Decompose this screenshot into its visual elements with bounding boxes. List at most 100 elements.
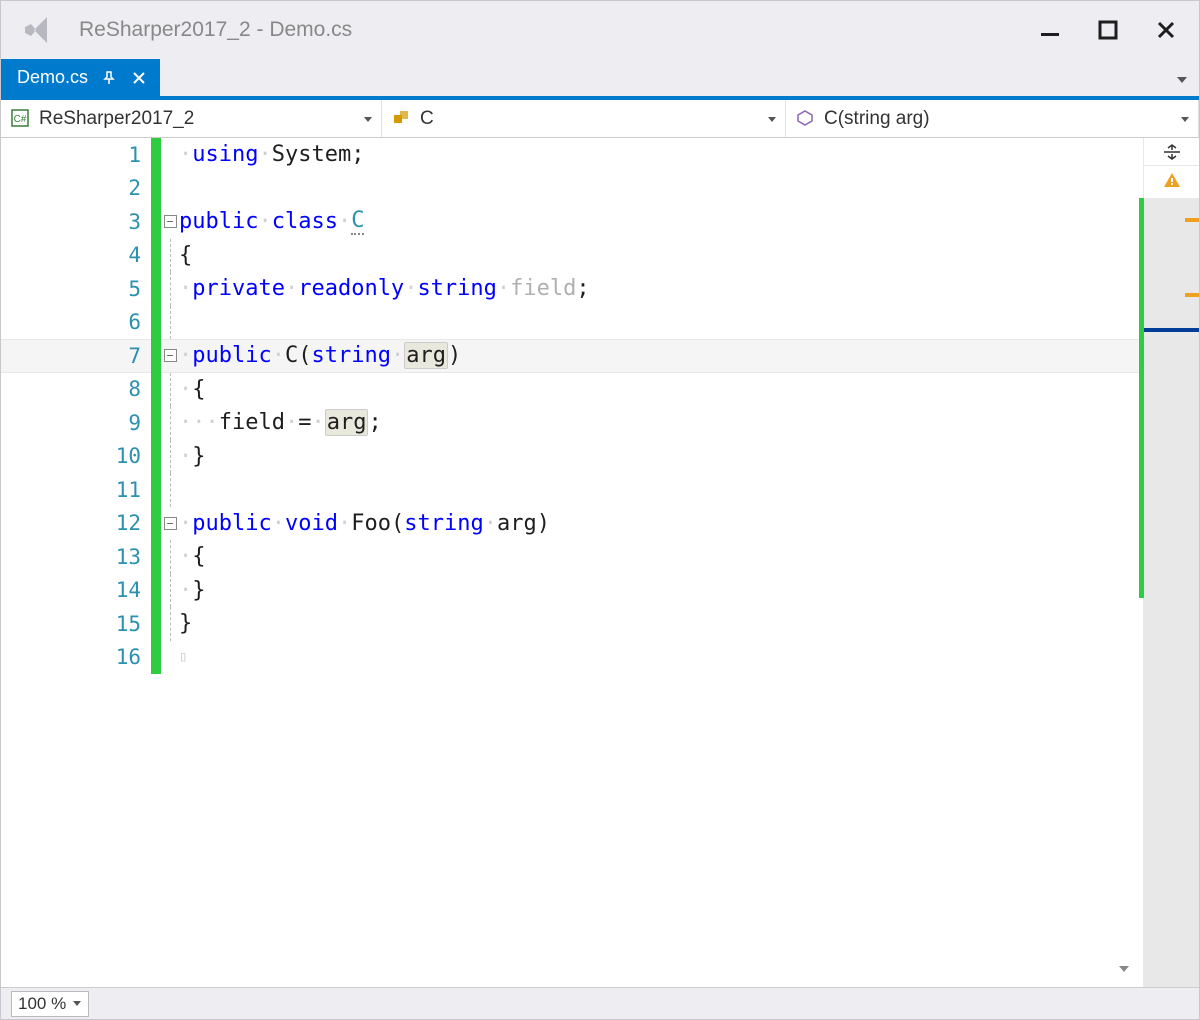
titlebar: ReSharper2017_2 - Demo.cs — [1, 1, 1199, 59]
nav-member-label: C(string arg) — [824, 108, 930, 130]
pin-icon[interactable] — [100, 69, 118, 87]
nav-class-label: C — [420, 108, 434, 130]
code-line-15[interactable]: 15 } — [1, 607, 1143, 641]
fold-gutter — [161, 440, 179, 474]
fold-gutter: − — [161, 215, 179, 228]
change-indicator — [151, 239, 161, 273]
code-line-6[interactable]: 6 — [1, 306, 1143, 340]
class-icon — [392, 109, 412, 129]
change-indicator — [151, 507, 161, 541]
fold-gutter: − — [161, 349, 179, 362]
code-line-4[interactable]: 4 { — [1, 239, 1143, 273]
change-indicator — [151, 306, 161, 340]
vs-logo-icon — [19, 10, 59, 50]
change-marker — [1139, 198, 1144, 598]
line-number: 7 — [1, 344, 151, 368]
code-text[interactable]: ·} — [179, 574, 206, 608]
fold-guide — [170, 473, 171, 507]
line-number: 3 — [1, 210, 151, 234]
code-text[interactable]: ·private·readonly·string·field; — [179, 272, 590, 306]
method-icon — [796, 109, 816, 129]
change-indicator — [151, 339, 161, 373]
code-line-10[interactable]: 10 ·} — [1, 440, 1143, 474]
warning-icon[interactable] — [1144, 166, 1199, 194]
code-text[interactable]: ·} — [179, 440, 206, 474]
nav-member-dropdown[interactable]: C(string arg) — [786, 100, 1199, 137]
nav-class-dropdown[interactable]: C — [382, 100, 786, 137]
line-number: 14 — [1, 578, 151, 602]
change-indicator — [151, 607, 161, 641]
change-indicator — [151, 373, 161, 407]
code-line-9[interactable]: 9 ···field·=·arg; — [1, 406, 1143, 440]
code-text[interactable]: public·class·C — [179, 205, 364, 239]
navigation-bar: C# ReSharper2017_2 C C(string arg) — [1, 100, 1199, 138]
overview-ruler[interactable] — [1144, 198, 1199, 987]
code-line-3[interactable]: 3 − public·class·C — [1, 205, 1143, 239]
change-indicator — [151, 540, 161, 574]
code-line-2[interactable]: 2 — [1, 172, 1143, 206]
code-line-8[interactable]: 8 ·{ — [1, 373, 1143, 407]
fold-guide — [170, 540, 171, 574]
change-indicator — [151, 272, 161, 306]
editor[interactable]: 1 ·using·System; 2 3 − public·class·C 4 … — [1, 138, 1199, 987]
line-number: 2 — [1, 176, 151, 200]
fold-toggle-icon[interactable]: − — [164, 349, 177, 362]
close-button[interactable] — [1151, 15, 1181, 45]
code-text[interactable]: ·{ — [179, 373, 206, 407]
change-indicator — [151, 641, 161, 675]
code-line-13[interactable]: 13 ·{ — [1, 540, 1143, 574]
code-line-1[interactable]: 1 ·using·System; — [1, 138, 1143, 172]
line-number: 5 — [1, 277, 151, 301]
maximize-button[interactable] — [1093, 15, 1123, 45]
fold-guide — [170, 239, 171, 273]
tab-close-icon[interactable] — [130, 69, 148, 87]
tab-overflow-icon[interactable] — [1175, 72, 1189, 90]
code-text[interactable]: { — [179, 239, 192, 273]
fold-gutter — [161, 272, 179, 306]
fold-toggle-icon[interactable]: − — [164, 517, 177, 530]
code-text[interactable]: ·public·C(string·arg) — [179, 339, 461, 373]
line-number: 8 — [1, 377, 151, 401]
fold-guide — [170, 574, 171, 608]
nav-project-dropdown[interactable]: C# ReSharper2017_2 — [1, 100, 382, 137]
zoom-dropdown[interactable]: 100 % — [11, 991, 89, 1017]
change-indicator — [151, 205, 161, 239]
title-file: Demo.cs — [269, 18, 352, 41]
line-number: 4 — [1, 243, 151, 267]
fold-gutter — [161, 306, 179, 340]
scroll-down-icon[interactable] — [1117, 961, 1131, 979]
tab-strip: Demo.cs — [1, 59, 1199, 96]
change-indicator — [151, 138, 161, 172]
line-number: 15 — [1, 612, 151, 636]
code-text[interactable]: ···field·=·arg; — [179, 406, 382, 440]
fold-guide — [170, 306, 171, 340]
code-text[interactable]: ▯ — [179, 641, 187, 675]
line-number: 1 — [1, 143, 151, 167]
code-text[interactable]: ·using·System; — [179, 138, 364, 172]
fold-gutter: − — [161, 517, 179, 530]
fold-toggle-icon[interactable]: − — [164, 215, 177, 228]
code-line-14[interactable]: 14 ·} — [1, 574, 1143, 608]
fold-gutter — [161, 540, 179, 574]
minimize-button[interactable] — [1035, 15, 1065, 45]
fold-gutter — [161, 607, 179, 641]
change-indicator — [151, 406, 161, 440]
zoom-label: 100 % — [18, 994, 66, 1014]
code-line-5[interactable]: 5 ·private·readonly·string·field; — [1, 272, 1143, 306]
chevron-down-icon — [767, 108, 777, 130]
change-indicator — [151, 473, 161, 507]
code-text[interactable]: } — [179, 607, 192, 641]
nav-project-label: ReSharper2017_2 — [39, 108, 194, 130]
code-line-7[interactable]: 7 − ·public·C(string·arg) — [1, 339, 1143, 373]
code-line-16[interactable]: 16 ▯ — [1, 641, 1143, 675]
tab-demo-cs[interactable]: Demo.cs — [1, 59, 160, 96]
split-icon[interactable] — [1144, 138, 1199, 166]
window-buttons — [1035, 15, 1191, 45]
warning-marker[interactable] — [1185, 293, 1199, 297]
warning-marker[interactable] — [1185, 218, 1199, 222]
code-line-11[interactable]: 11 — [1, 473, 1143, 507]
code-text[interactable]: ·{ — [179, 540, 206, 574]
code-line-12[interactable]: 12 − ·public·void·Foo(string·arg) — [1, 507, 1143, 541]
vs-window: ReSharper2017_2 - Demo.cs Demo.cs — [0, 0, 1200, 1020]
code-text[interactable]: ·public·void·Foo(string·arg) — [179, 507, 550, 541]
